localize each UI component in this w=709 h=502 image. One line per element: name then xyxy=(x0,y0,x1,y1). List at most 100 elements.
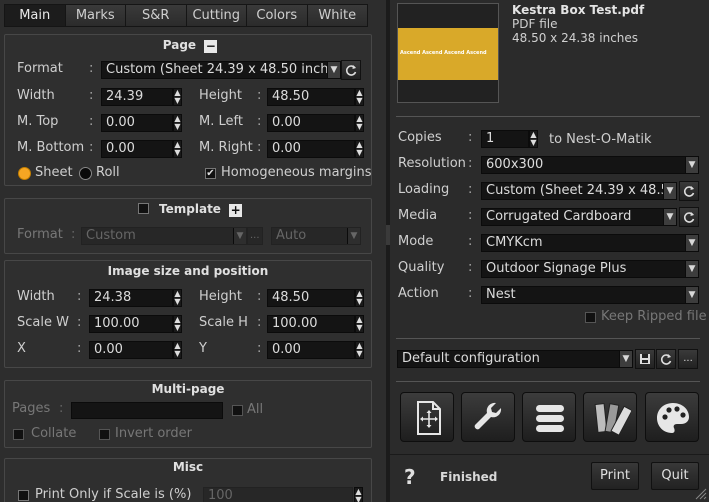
invert-order-checkbox[interactable] xyxy=(99,429,110,440)
tab-s-and-r[interactable]: S&R xyxy=(126,4,187,27)
homogeneous-margins-checkbox[interactable]: ✔ xyxy=(205,168,216,179)
collapse-page-button[interactable]: − xyxy=(204,40,218,53)
format-select[interactable]: Custom (Sheet 24.39 x 48.50 inches ▼ xyxy=(101,61,341,79)
pages-input[interactable] xyxy=(71,402,223,419)
margin-bottom-input[interactable]: 0.00 xyxy=(101,140,173,158)
quality-select[interactable]: Outdoor Signage Plus ▼ xyxy=(481,260,699,278)
margin-left-input[interactable]: 0.00 xyxy=(267,114,355,132)
width-input[interactable]: 24.39 xyxy=(101,88,173,106)
chevron-down-icon[interactable]: ▼ xyxy=(685,287,698,303)
resize-grip-icon[interactable] xyxy=(695,488,707,500)
image-width-label: Width xyxy=(17,289,55,304)
x-input[interactable]: 0.00 xyxy=(89,341,173,359)
document-layout-button[interactable] xyxy=(400,392,454,442)
height-label: Height xyxy=(199,88,242,103)
margin-right-input[interactable]: 0.00 xyxy=(267,140,355,158)
mode-value: CMYKcm xyxy=(486,235,543,250)
configuration-select[interactable]: Default configuration ▼ xyxy=(397,350,633,368)
scale-h-input[interactable]: 100.00 xyxy=(267,315,355,333)
scale-w-input[interactable]: 100.00 xyxy=(89,315,173,333)
y-stepper[interactable]: ▲ ▼ xyxy=(355,341,364,359)
color-palette-button[interactable] xyxy=(645,392,699,442)
template-format-select[interactable]: Custom ▼ xyxy=(81,227,247,245)
template-auto-select[interactable]: Auto ▼ xyxy=(271,227,361,245)
reload-config-button[interactable] xyxy=(656,349,676,369)
copies-input[interactable]: 1 xyxy=(481,130,529,148)
configuration-value: Default configuration xyxy=(402,351,540,366)
image-height-stepper[interactable]: ▲ ▼ xyxy=(355,289,364,307)
print-button[interactable]: Print xyxy=(591,462,639,490)
chevron-down-icon[interactable]: ▼ xyxy=(663,183,676,199)
refresh-media-button[interactable] xyxy=(679,207,699,227)
tab-main[interactable]: Main xyxy=(4,4,66,27)
template-browse-button[interactable]: ... xyxy=(247,227,263,245)
page-section-title: Page xyxy=(162,38,197,52)
chevron-down-icon[interactable]: ▼ xyxy=(685,261,698,277)
print-only-scale-checkbox[interactable] xyxy=(18,490,29,501)
all-pages-checkbox[interactable] xyxy=(232,405,243,416)
keep-ripped-checkbox[interactable] xyxy=(585,312,596,323)
quit-button[interactable]: Quit xyxy=(651,462,699,490)
save-config-button[interactable] xyxy=(635,349,655,369)
scale-h-label: Scale H xyxy=(199,315,248,330)
margin-left-label: M. Left xyxy=(199,114,243,129)
copies-stepper[interactable]: ▲ ▼ xyxy=(529,130,538,148)
action-select[interactable]: Nest ▼ xyxy=(481,286,699,304)
color-swatches-button[interactable] xyxy=(583,392,637,442)
sheet-label: Sheet xyxy=(35,165,73,180)
color-swatch-fan-icon xyxy=(594,403,631,436)
image-width-input[interactable]: 24.38 xyxy=(89,289,173,307)
multi-page-title: Multi-page xyxy=(151,382,225,396)
queue-button[interactable] xyxy=(522,392,576,442)
margin-right-stepper[interactable]: ▲ ▼ xyxy=(355,140,364,158)
chevron-down-icon[interactable]: ▼ xyxy=(347,228,360,244)
chevron-down-icon[interactable]: ▼ xyxy=(685,157,698,173)
roll-radio[interactable] xyxy=(79,167,92,180)
tab-marks[interactable]: Marks xyxy=(65,4,126,27)
tools-button[interactable] xyxy=(461,392,515,442)
margin-bottom-stepper[interactable]: ▲ ▼ xyxy=(173,140,182,158)
print-only-scale-stepper[interactable]: ▲ ▼ xyxy=(354,487,363,502)
sheet-radio[interactable] xyxy=(18,167,31,180)
margin-top-input[interactable]: 0.00 xyxy=(101,114,173,132)
margin-top-stepper[interactable]: ▲ ▼ xyxy=(173,114,182,132)
collate-label: Collate xyxy=(31,426,77,441)
scale-w-stepper[interactable]: ▲ ▼ xyxy=(173,315,182,333)
mode-select[interactable]: CMYKcm ▼ xyxy=(481,234,699,252)
loading-select[interactable]: Custom (Sheet 24.39 x 48.5( ▼ xyxy=(481,182,677,200)
image-height-input[interactable]: 48.50 xyxy=(267,289,355,307)
chevron-down-icon[interactable]: ▼ xyxy=(619,351,632,367)
tab-cutting[interactable]: Cutting xyxy=(186,4,247,27)
x-stepper[interactable]: ▲ ▼ xyxy=(173,341,182,359)
chevron-down-icon[interactable]: ▼ xyxy=(233,228,246,244)
left-panel: Main Marks S&R Cutting Colors White Page… xyxy=(0,0,386,502)
resolution-select[interactable]: 600x300 ▼ xyxy=(481,156,699,174)
height-input[interactable]: 48.50 xyxy=(267,88,355,106)
chevron-down-icon[interactable]: ▼ xyxy=(685,235,698,251)
template-format-value: Custom xyxy=(86,228,136,243)
print-only-scale-input[interactable]: 100 xyxy=(203,487,353,502)
add-template-button[interactable]: + xyxy=(229,204,243,217)
refresh-format-button[interactable] xyxy=(341,60,361,80)
resolution-label: Resolution xyxy=(398,156,466,171)
chevron-down-icon[interactable]: ▼ xyxy=(663,209,676,225)
config-more-button[interactable]: ... xyxy=(678,349,698,369)
height-stepper[interactable]: ▲ ▼ xyxy=(355,88,364,106)
collate-checkbox[interactable] xyxy=(13,429,24,440)
refresh-loading-button[interactable] xyxy=(679,181,699,201)
margin-left-stepper[interactable]: ▲ ▼ xyxy=(355,114,364,132)
tab-white[interactable]: White xyxy=(307,4,368,27)
template-format-label: Format xyxy=(17,227,63,242)
chevron-down-icon[interactable]: ▼ xyxy=(327,62,340,78)
template-checkbox[interactable] xyxy=(137,203,149,214)
scale-h-stepper[interactable]: ▲ ▼ xyxy=(355,315,364,333)
thumbnail-text: Ascend Ascend Ascend Ascend xyxy=(400,50,487,56)
media-select[interactable]: Corrugated Cardboard ▼ xyxy=(481,208,677,226)
width-stepper[interactable]: ▲ ▼ xyxy=(173,88,182,106)
y-label: Y xyxy=(199,341,207,356)
help-button[interactable]: ? xyxy=(404,465,416,489)
image-width-stepper[interactable]: ▲ ▼ xyxy=(173,289,182,307)
wrench-icon xyxy=(474,402,502,430)
tab-colors[interactable]: Colors xyxy=(247,4,308,27)
y-input[interactable]: 0.00 xyxy=(267,341,355,359)
